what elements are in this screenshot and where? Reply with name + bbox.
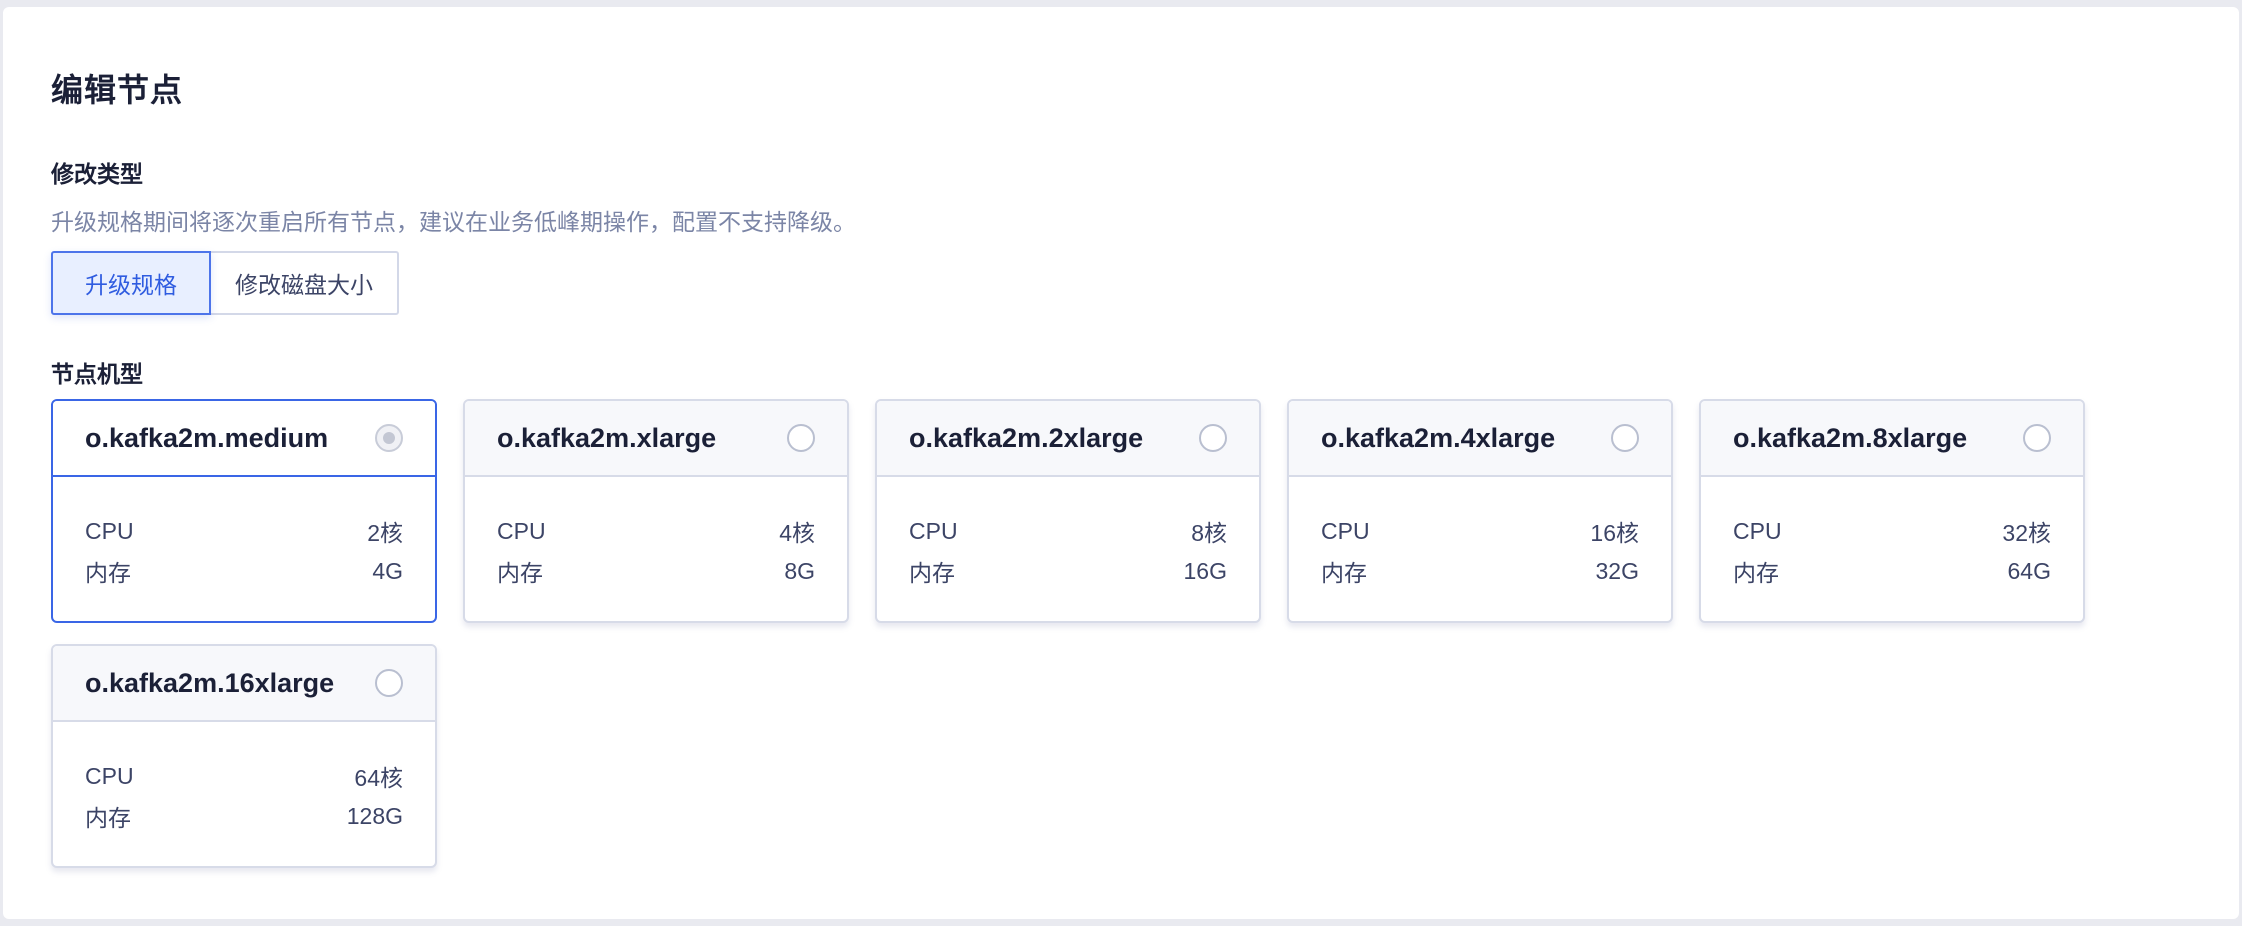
- node-type-card-4xlarge[interactable]: o.kafka2m.4xlarge CPU 16核 内存 32G: [1287, 399, 1673, 623]
- card-body: CPU 32核 内存 64G: [1701, 477, 2083, 591]
- cpu-label: CPU: [85, 762, 134, 789]
- memory-row: 内存 32G: [1321, 551, 1639, 591]
- memory-label: 内存: [909, 560, 955, 586]
- memory-label: 内存: [1733, 560, 1779, 586]
- cpu-value: 64核: [354, 765, 403, 791]
- cpu-row: CPU 4核: [497, 511, 815, 551]
- radio-button[interactable]: [1611, 424, 1639, 452]
- resize-disk-button[interactable]: 修改磁盘大小: [209, 251, 399, 315]
- cpu-label: CPU: [909, 517, 958, 544]
- node-type-card-8xlarge[interactable]: o.kafka2m.8xlarge CPU 32核 内存 64G: [1699, 399, 2085, 623]
- memory-label: 内存: [1321, 560, 1367, 586]
- card-header: o.kafka2m.medium: [53, 401, 435, 477]
- card-header: o.kafka2m.xlarge: [465, 401, 847, 477]
- cpu-value: 4核: [779, 520, 815, 546]
- cpu-label: CPU: [1321, 517, 1370, 544]
- cpu-value: 2核: [367, 520, 403, 546]
- memory-label: 内存: [497, 560, 543, 586]
- node-type-name: o.kafka2m.xlarge: [497, 422, 717, 453]
- node-type-name: o.kafka2m.16xlarge: [85, 667, 335, 698]
- card-header: o.kafka2m.8xlarge: [1701, 401, 2083, 477]
- card-body: CPU 8核 内存 16G: [877, 477, 1259, 591]
- node-type-card-2xlarge[interactable]: o.kafka2m.2xlarge CPU 8核 内存 16G: [875, 399, 1261, 623]
- memory-row: 内存 64G: [1733, 551, 2051, 591]
- memory-value: 128G: [346, 802, 403, 829]
- node-type-card-16xlarge[interactable]: o.kafka2m.16xlarge CPU 64核 内存 128G: [51, 644, 437, 868]
- radio-button[interactable]: [375, 424, 403, 452]
- node-type-name: o.kafka2m.8xlarge: [1733, 422, 1968, 453]
- memory-row: 内存 8G: [497, 551, 815, 591]
- node-type-card-medium[interactable]: o.kafka2m.medium CPU 2核 内存 4G: [51, 399, 437, 623]
- modify-type-segmented-control: 升级规格 修改磁盘大小: [51, 251, 399, 315]
- memory-value: 32G: [1595, 557, 1639, 584]
- memory-row: 内存 4G: [85, 551, 403, 591]
- memory-label: 内存: [85, 805, 131, 831]
- card-body: CPU 16核 内存 32G: [1289, 477, 1671, 591]
- memory-row: 内存 16G: [909, 551, 1227, 591]
- cpu-value: 32核: [2002, 520, 2051, 546]
- radio-button[interactable]: [1199, 424, 1227, 452]
- node-type-name: o.kafka2m.medium: [85, 422, 329, 453]
- cpu-row: CPU 8核: [909, 511, 1227, 551]
- node-type-name: o.kafka2m.2xlarge: [909, 422, 1144, 453]
- cpu-row: CPU 2核: [85, 511, 403, 551]
- card-body: CPU 4核 内存 8G: [465, 477, 847, 591]
- memory-label: 内存: [85, 560, 131, 586]
- cpu-row: CPU 32核: [1733, 511, 2051, 551]
- node-type-name: o.kafka2m.4xlarge: [1321, 422, 1556, 453]
- cpu-value: 16核: [1590, 520, 1639, 546]
- node-type-card-xlarge[interactable]: o.kafka2m.xlarge CPU 4核 内存 8G: [463, 399, 849, 623]
- radio-button[interactable]: [787, 424, 815, 452]
- memory-value: 16G: [1183, 557, 1227, 584]
- card-header: o.kafka2m.2xlarge: [877, 401, 1259, 477]
- radio-button[interactable]: [2023, 424, 2051, 452]
- memory-row: 内存 128G: [85, 796, 403, 836]
- node-type-label: 节点机型: [51, 361, 143, 387]
- memory-value: 64G: [2007, 557, 2051, 584]
- modify-type-label: 修改类型: [51, 161, 143, 187]
- card-body: CPU 2核 内存 4G: [53, 477, 435, 591]
- cpu-label: CPU: [497, 517, 546, 544]
- card-header: o.kafka2m.16xlarge: [53, 646, 435, 722]
- memory-value: 8G: [784, 557, 815, 584]
- page-title: 编辑节点: [51, 72, 184, 108]
- cpu-row: CPU 16核: [1321, 511, 1639, 551]
- upgrade-spec-button[interactable]: 升级规格: [51, 251, 211, 315]
- cpu-value: 8核: [1191, 520, 1227, 546]
- card-body: CPU 64核 内存 128G: [53, 722, 435, 836]
- cpu-row: CPU 64核: [85, 756, 403, 796]
- edit-node-panel: 编辑节点 修改类型 升级规格期间将逐次重启所有节点，建议在业务低峰期操作，配置不…: [3, 7, 2239, 919]
- card-header: o.kafka2m.4xlarge: [1289, 401, 1671, 477]
- memory-value: 4G: [372, 557, 403, 584]
- cpu-label: CPU: [85, 517, 134, 544]
- modify-type-hint: 升级规格期间将逐次重启所有节点，建议在业务低峰期操作，配置不支持降级。: [51, 209, 856, 235]
- cpu-label: CPU: [1733, 517, 1782, 544]
- radio-button[interactable]: [375, 669, 403, 697]
